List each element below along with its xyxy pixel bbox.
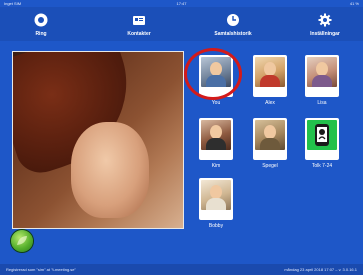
avatar-head <box>210 185 222 199</box>
preview-face <box>71 122 149 218</box>
nav-samtalshistorik-label: Samtalshistorik <box>214 31 252 37</box>
contact-photo <box>255 57 285 87</box>
contact-label: You <box>211 100 221 106</box>
exit-button[interactable] <box>11 230 33 252</box>
avatar-body <box>206 138 226 150</box>
contact-photo <box>255 120 285 150</box>
contact-photo <box>201 180 231 210</box>
nav-samtalshistorik[interactable]: Samtalshistorik <box>198 7 268 41</box>
avatar-body <box>260 138 280 150</box>
battery-label: 41 % <box>349 1 359 6</box>
contacts-icon <box>133 16 145 25</box>
nav-installningar-label: Inställningar <box>310 31 340 37</box>
registration-text: Registrerad som "sim" at "t-meeting.se" <box>6 267 76 272</box>
avatar-head <box>210 125 222 139</box>
leaf-icon <box>17 236 27 245</box>
contact-label: Tolk 7-24 <box>311 163 333 169</box>
footer: Registrerad som "sim" at "t-meeting.se" … <box>0 264 363 275</box>
contact-photo <box>201 120 231 150</box>
contact-tile-tolk[interactable]: Tolk 7-24 <box>305 118 339 169</box>
avatar-head <box>264 62 276 76</box>
avatar-head <box>316 62 328 76</box>
contact-tile-lisa[interactable]: Lisa <box>305 55 339 106</box>
contact-tile-bobby[interactable]: Bobby <box>199 178 233 229</box>
contact-photo <box>307 120 337 150</box>
history-icon <box>227 14 239 26</box>
avatar-body <box>260 75 280 87</box>
date-version-text: måndag 23 april 2018 17:07 – v. 3.0.16.1 <box>284 267 357 272</box>
avatar-head <box>264 125 276 139</box>
nav-ring[interactable]: Ring <box>6 7 76 41</box>
clock: 17:47 <box>176 1 187 6</box>
contact-label: Kim <box>211 163 221 169</box>
nav-kontakter[interactable]: Kontakter <box>104 7 174 41</box>
avatar-body <box>312 75 332 87</box>
video-preview <box>12 51 184 229</box>
contact-label: Bobby <box>208 223 224 229</box>
nav-ring-label: Ring <box>35 31 47 37</box>
contact-label: Lisa <box>317 100 327 106</box>
avatar-body <box>206 198 226 210</box>
top-navigation: Ring Kontakter Samtalshistorik Inställni… <box>0 7 363 41</box>
status-bar: Inget SIM 17:47 41 % <box>0 0 363 7</box>
contact-label: Alex <box>265 100 275 106</box>
camera-icon <box>34 13 48 27</box>
gear-icon <box>318 13 332 27</box>
contact-tile-spegel[interactable]: Spegel <box>253 118 287 169</box>
highlight-circle <box>184 48 242 100</box>
contact-tile-kim[interactable]: Kim <box>199 118 233 169</box>
interpreter-icon <box>315 124 329 146</box>
contact-tile-alex[interactable]: Alex <box>253 55 287 106</box>
contact-label: Spegel <box>262 163 278 169</box>
nav-installningar[interactable]: Inställningar <box>290 7 360 41</box>
nav-kontakter-label: Kontakter <box>127 31 151 37</box>
contact-photo <box>307 57 337 87</box>
